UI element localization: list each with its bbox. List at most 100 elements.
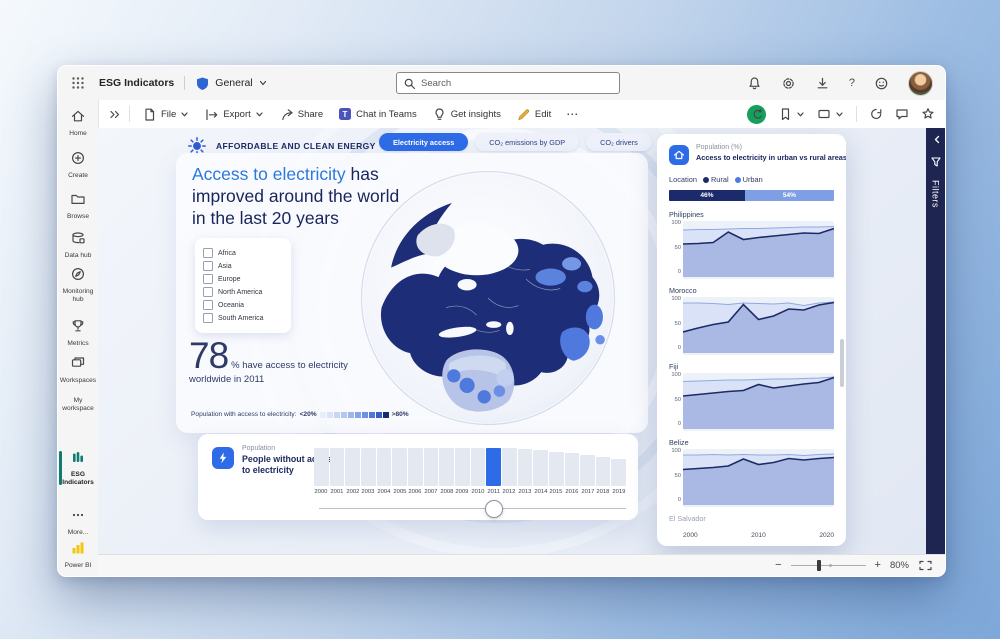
- checkbox[interactable]: [203, 300, 213, 310]
- favorite-star-icon[interactable]: [921, 107, 935, 121]
- waffle-menu-icon[interactable]: [71, 76, 85, 90]
- timeline-bar[interactable]: [314, 448, 329, 486]
- checkbox[interactable]: [203, 287, 213, 297]
- tab-co2-emissions-by-gdp[interactable]: CO₂ emissions by GDP: [475, 133, 579, 151]
- timeline-bar[interactable]: [424, 448, 439, 486]
- year-slider-track[interactable]: [319, 508, 626, 509]
- checkbox[interactable]: [203, 248, 213, 258]
- area-chart[interactable]: [683, 297, 834, 355]
- zoom-out-button[interactable]: −: [775, 560, 781, 571]
- feedback-smiley-icon[interactable]: [874, 76, 889, 91]
- notifications-bell-icon[interactable]: [747, 76, 762, 91]
- timeline-bar[interactable]: [330, 448, 345, 486]
- timeline-bar[interactable]: [471, 448, 486, 486]
- area-chart[interactable]: [683, 373, 834, 431]
- app-top-bar: ESG Indicators General Search ?: [58, 66, 945, 101]
- sidebar-item-create[interactable]: Create: [58, 150, 98, 180]
- team-selector[interactable]: General: [195, 76, 267, 91]
- timeline-bar-column: 2004: [377, 448, 392, 495]
- user-avatar[interactable]: [908, 71, 933, 96]
- zoom-slider-handle[interactable]: [817, 560, 821, 571]
- timeline-bar[interactable]: [486, 448, 501, 486]
- zoom-tick: [829, 564, 832, 567]
- collapse-chevron-icon[interactable]: [930, 134, 942, 146]
- filters-pane-collapsed[interactable]: Filters: [926, 128, 945, 554]
- timeline-bar[interactable]: [345, 448, 360, 486]
- timeline-bar[interactable]: [580, 455, 595, 486]
- y-tick: 50: [668, 397, 681, 403]
- share-button[interactable]: Share: [279, 107, 323, 122]
- timeline-bar[interactable]: [502, 448, 517, 486]
- sidebar-item-my-workspace[interactable]: My workspace: [58, 396, 98, 413]
- timeline-bar[interactable]: [361, 448, 376, 486]
- sidebar-item-workspaces[interactable]: Workspaces: [58, 355, 98, 385]
- legend-rural[interactable]: Rural: [703, 175, 729, 184]
- fit-to-screen-icon[interactable]: [918, 559, 933, 572]
- checkbox[interactable]: [203, 313, 213, 323]
- sidebar-item-metrics[interactable]: Metrics: [58, 318, 98, 348]
- timeline-bar[interactable]: [611, 459, 626, 486]
- split-bar[interactable]: 46%54%: [669, 190, 834, 201]
- refresh-icon[interactable]: [869, 107, 883, 121]
- timeline-bar[interactable]: [408, 448, 423, 486]
- continent-row[interactable]: South America: [203, 313, 283, 323]
- split-bar-segment[interactable]: 54%: [745, 190, 834, 201]
- export-icon: [204, 107, 219, 122]
- legend-urban[interactable]: Urban: [735, 175, 763, 184]
- sidebar-item-power-bi[interactable]: Power BI: [58, 540, 98, 570]
- filter-funnel-icon[interactable]: [930, 156, 942, 168]
- export-menu-button[interactable]: Export: [204, 107, 263, 122]
- settings-gear-icon[interactable]: [781, 76, 796, 91]
- timeline-bar[interactable]: [377, 448, 392, 486]
- timeline-bar[interactable]: [392, 448, 407, 486]
- continent-row[interactable]: North America: [203, 287, 283, 297]
- download-icon[interactable]: [815, 76, 830, 91]
- legend-swatch: [320, 412, 326, 418]
- tab-electricity-access[interactable]: Electricity access: [379, 133, 468, 151]
- area-chart[interactable]: [683, 449, 834, 507]
- divider: [856, 106, 857, 122]
- get-insights-button[interactable]: Get insights: [432, 107, 501, 122]
- continent-row[interactable]: Africa: [203, 248, 283, 258]
- expand-nav-button[interactable]: [108, 108, 121, 121]
- area-chart[interactable]: [683, 221, 834, 279]
- continent-row[interactable]: Asia: [203, 261, 283, 271]
- country-charts: Philippines100500Morocco100500Fiji100500…: [657, 210, 846, 539]
- sidebar-item-home[interactable]: Home: [58, 108, 98, 138]
- checkbox[interactable]: [203, 274, 213, 284]
- comments-icon[interactable]: [895, 107, 909, 121]
- timeline-bar[interactable]: [596, 457, 611, 486]
- double-chevron-right-icon: [108, 108, 121, 121]
- timeline-bar[interactable]: [518, 449, 533, 486]
- checkbox[interactable]: [203, 261, 213, 271]
- continent-row[interactable]: Europe: [203, 274, 283, 284]
- sidebar-item-more[interactable]: More...: [58, 507, 98, 537]
- bookmarks-button[interactable]: [778, 107, 805, 121]
- file-menu-button[interactable]: File: [142, 107, 189, 122]
- more-options-button[interactable]: ⋯: [566, 107, 579, 121]
- refresh-visual-button[interactable]: [747, 105, 766, 124]
- sidebar-item-browse[interactable]: Browse: [58, 191, 98, 221]
- timeline-bar[interactable]: [565, 453, 580, 486]
- continent-row[interactable]: Oceania: [203, 300, 283, 310]
- chat-in-teams-button[interactable]: T Chat in Teams: [338, 107, 417, 121]
- panel-scrollbar[interactable]: [840, 339, 844, 387]
- timeline-bar[interactable]: [549, 452, 564, 486]
- timeline-bar[interactable]: [455, 448, 470, 486]
- search-input[interactable]: Search: [396, 72, 620, 94]
- report-action-bar: File Export Share T Chat in Teams Get in…: [98, 100, 945, 129]
- sidebar-item-esg-indicators[interactable]: ESG Indicators: [58, 449, 98, 487]
- year-slider-handle[interactable]: [485, 500, 503, 518]
- help-icon[interactable]: ?: [849, 77, 855, 89]
- view-menu-button[interactable]: [817, 107, 844, 121]
- timeline-bar[interactable]: [439, 448, 454, 486]
- globe-map-visual[interactable]: [355, 165, 621, 431]
- sidebar-item-monitoring-hub[interactable]: Monitoring hub: [58, 266, 98, 304]
- timeline-bar[interactable]: [533, 450, 548, 486]
- edit-button[interactable]: Edit: [516, 107, 551, 122]
- zoom-slider[interactable]: [791, 565, 866, 566]
- split-bar-segment[interactable]: 46%: [669, 190, 745, 201]
- tab-co2-drivers[interactable]: CO₂ drivers: [586, 133, 652, 151]
- zoom-in-button[interactable]: +: [875, 560, 881, 571]
- sidebar-item-data-hub[interactable]: Data hub: [58, 230, 98, 260]
